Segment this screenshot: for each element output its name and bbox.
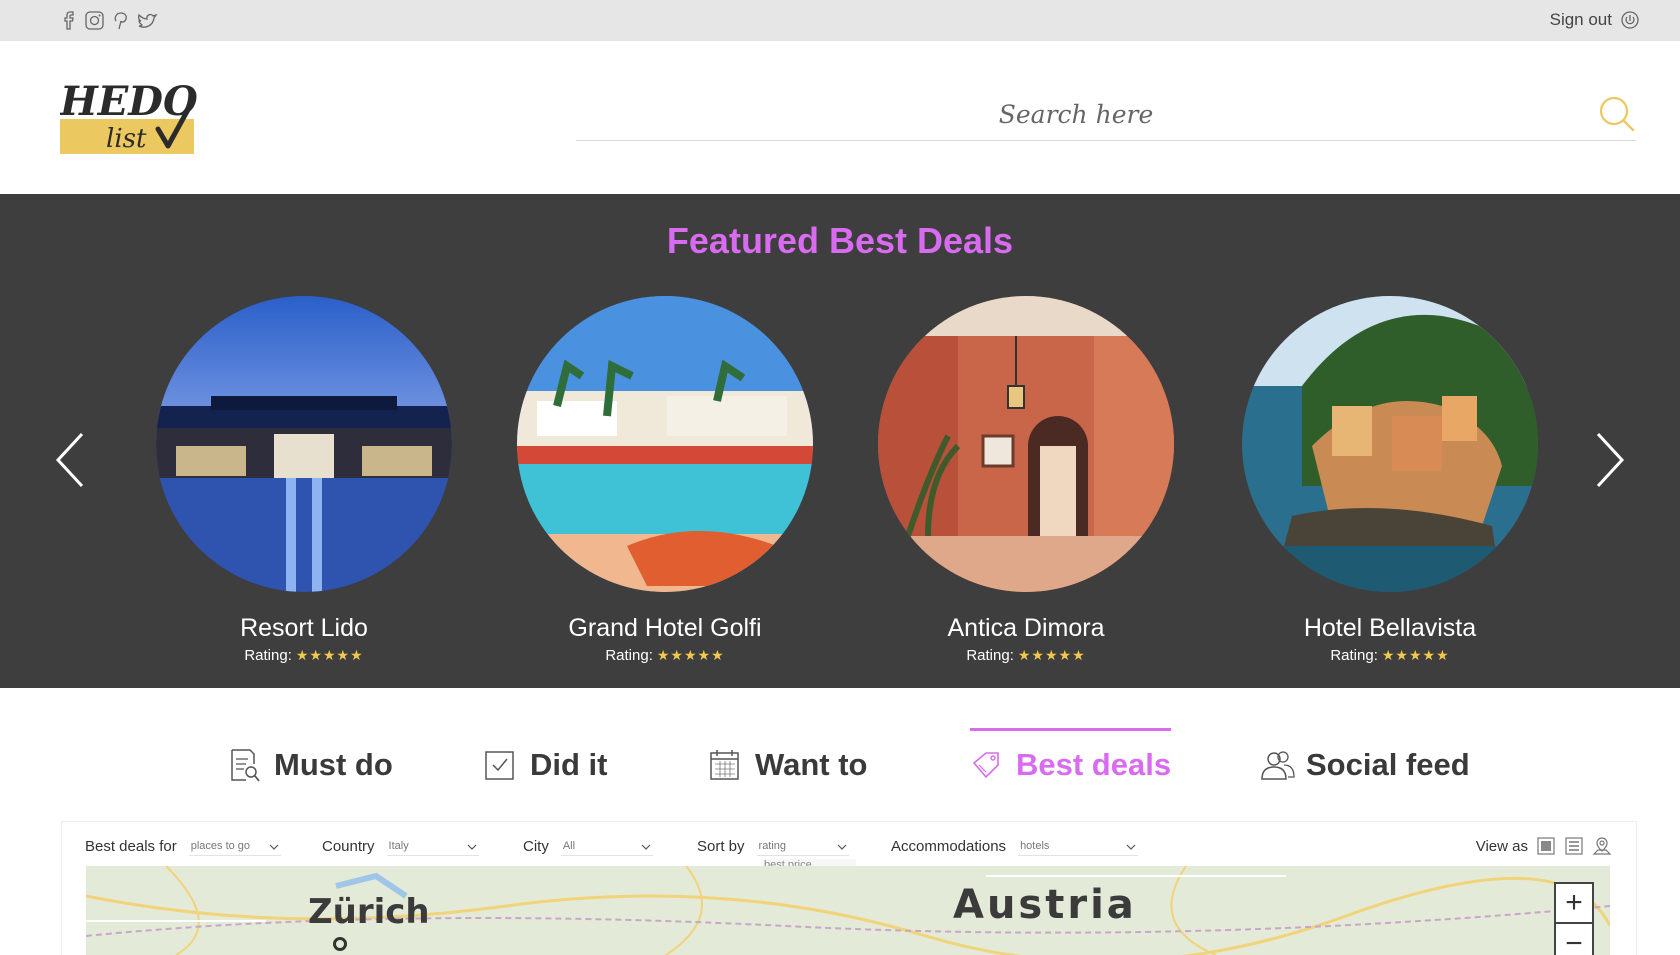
tab-label: Want to bbox=[755, 747, 868, 782]
sort-by-select[interactable]: rating bbox=[756, 836, 849, 856]
rating-stars: ★★★★★ bbox=[1381, 647, 1450, 663]
hotel-bellavista-image[interactable] bbox=[1242, 296, 1538, 592]
filter-city: City All bbox=[523, 836, 653, 856]
rating-label: Rating: bbox=[605, 647, 653, 664]
filter-label: Best deals for bbox=[85, 837, 177, 855]
filter-label: City bbox=[523, 837, 549, 855]
grand-hotel-golfi-image[interactable] bbox=[517, 296, 813, 592]
featured-card-hotel-bellavista[interactable]: Hotel Bellavista Rating: ★★★★★ bbox=[1240, 296, 1540, 664]
logo-text-list: list bbox=[106, 124, 147, 154]
country-select[interactable]: Italy bbox=[386, 836, 479, 856]
tab-label: Did it bbox=[530, 747, 608, 782]
chevron-down-icon bbox=[467, 842, 477, 850]
filter-best-deals-for: Best deals for places to go bbox=[85, 836, 281, 856]
tab-label: Must do bbox=[274, 747, 393, 782]
list-view-icon[interactable] bbox=[1564, 836, 1584, 856]
twitter-icon[interactable] bbox=[136, 9, 158, 31]
tab-label: Social feed bbox=[1306, 747, 1470, 782]
rating-label: Rating: bbox=[1330, 647, 1378, 664]
card-rating: Rating: ★★★★★ bbox=[154, 647, 454, 664]
instagram-icon[interactable] bbox=[84, 9, 104, 31]
featured-card-grand-hotel-golfi[interactable]: Grand Hotel Golfi Rating: ★★★★★ bbox=[515, 296, 815, 664]
zoom-out-button[interactable]: − bbox=[1556, 924, 1592, 955]
city-select[interactable]: All bbox=[560, 836, 653, 856]
hedo-list-logo[interactable]: HEDO list bbox=[59, 77, 205, 159]
featured-card-resort-lido[interactable]: Resort Lido Rating: ★★★★★ bbox=[154, 296, 454, 664]
grid-view-icon[interactable] bbox=[1536, 836, 1556, 856]
card-name: Hotel Bellavista bbox=[1303, 614, 1477, 642]
featured-card-antica-dimora[interactable]: Antica Dimora Rating: ★★★★★ bbox=[876, 296, 1176, 664]
search-bar bbox=[576, 91, 1636, 141]
carousel-prev-arrow-icon[interactable] bbox=[52, 430, 88, 490]
checkbox-icon bbox=[484, 747, 516, 783]
card-name: Grand Hotel Golfi bbox=[568, 614, 762, 642]
select-value: rating bbox=[758, 839, 787, 852]
map-zoom-controls: + − bbox=[1554, 882, 1594, 955]
view-as-label: View as bbox=[1475, 837, 1528, 855]
tab-social-feed[interactable]: Social feed bbox=[1260, 730, 1470, 800]
tag-icon bbox=[970, 747, 1002, 783]
rating-stars: ★★★★★ bbox=[295, 647, 364, 663]
rating-label: Rating: bbox=[966, 647, 1014, 664]
accommodations-select[interactable]: hotels bbox=[1018, 836, 1139, 856]
card-rating: Rating: ★★★★★ bbox=[876, 647, 1176, 664]
chevron-down-icon bbox=[641, 842, 651, 850]
filter-country: Country Italy bbox=[322, 836, 479, 856]
map-marker-icon[interactable] bbox=[333, 937, 347, 951]
calendar-icon bbox=[709, 747, 741, 783]
site-header: HEDO list bbox=[0, 41, 1680, 194]
filter-sort-by: Sort by rating bbox=[697, 836, 849, 856]
chevron-down-icon bbox=[1126, 842, 1136, 850]
sign-out-button[interactable]: Sign out bbox=[1550, 10, 1640, 30]
tab-best-deals[interactable]: Best deals bbox=[970, 728, 1172, 800]
zoom-in-button[interactable]: + bbox=[1556, 884, 1592, 924]
filter-accommodations: Accommodations hotels bbox=[891, 836, 1139, 856]
best-deals-for-select[interactable]: places to go bbox=[188, 836, 281, 856]
deals-map[interactable]: Zürich Austria + − bbox=[86, 866, 1610, 955]
filter-label: Accommodations bbox=[891, 837, 1007, 855]
filter-label: Country bbox=[322, 837, 375, 855]
checklist-icon bbox=[228, 747, 260, 783]
card-name: Resort Lido bbox=[240, 614, 368, 642]
tab-want-to[interactable]: Want to bbox=[709, 730, 867, 800]
category-tabs: Must do Did it Want to Best deals Social… bbox=[0, 728, 1680, 800]
tab-did-it[interactable]: Did it bbox=[484, 730, 608, 800]
select-value: hotels bbox=[1020, 839, 1050, 852]
power-icon bbox=[1620, 10, 1640, 30]
tab-label: Best deals bbox=[1016, 747, 1172, 782]
filter-label: Sort by bbox=[697, 837, 745, 855]
resort-lido-image[interactable] bbox=[156, 296, 452, 592]
map-view-icon[interactable] bbox=[1592, 836, 1612, 856]
select-value: All bbox=[562, 839, 576, 852]
featured-title: Featured Best Deals bbox=[666, 220, 1014, 261]
select-value: Italy bbox=[388, 839, 409, 852]
search-icon[interactable] bbox=[1598, 95, 1636, 133]
chevron-down-icon bbox=[269, 842, 279, 850]
logo-text-hedo: HEDO bbox=[60, 78, 198, 125]
top-bar: Sign out bbox=[0, 0, 1680, 41]
select-value: places to go bbox=[190, 839, 251, 852]
facebook-icon[interactable] bbox=[58, 9, 78, 31]
card-name: Antica Dimora bbox=[947, 614, 1105, 642]
view-as-controls: View as bbox=[1476, 836, 1612, 856]
map-label-zurich: Zürich bbox=[308, 892, 430, 932]
users-icon bbox=[1260, 747, 1295, 783]
featured-deals-section: Featured Best Deals Resort Lido Rating: … bbox=[0, 194, 1680, 688]
chevron-down-icon bbox=[837, 842, 847, 850]
card-rating: Rating: ★★★★★ bbox=[1240, 647, 1540, 664]
sign-out-label: Sign out bbox=[1549, 10, 1612, 29]
tab-must-do[interactable]: Must do bbox=[228, 730, 393, 800]
rating-stars: ★★★★★ bbox=[656, 647, 725, 663]
rating-stars: ★★★★★ bbox=[1017, 647, 1086, 663]
card-rating: Rating: ★★★★★ bbox=[515, 647, 815, 664]
antica-dimora-image[interactable] bbox=[878, 296, 1174, 592]
pinterest-icon[interactable] bbox=[110, 9, 130, 31]
rating-label: Rating: bbox=[244, 647, 292, 664]
carousel-next-arrow-icon[interactable] bbox=[1592, 430, 1628, 490]
map-label-austria: Austria bbox=[953, 882, 1137, 928]
social-links bbox=[58, 9, 158, 31]
search-input[interactable] bbox=[576, 91, 1636, 137]
